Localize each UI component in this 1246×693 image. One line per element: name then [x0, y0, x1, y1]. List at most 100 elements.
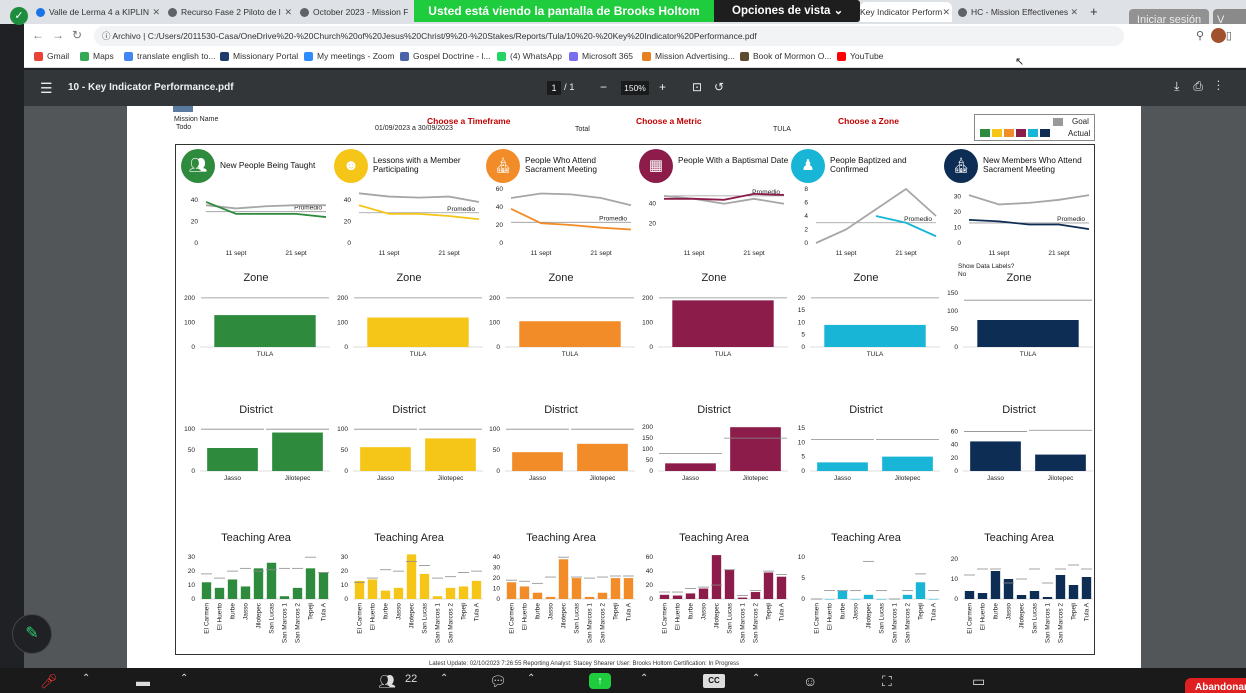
chevron-up-icon[interactable]: ⌃	[752, 673, 760, 684]
pdf-actions[interactable]: ⤓⎙⋮	[1174, 79, 1234, 94]
x-tick-label: Tula A	[474, 602, 481, 621]
x-tick-label: San Marcos 1	[587, 603, 594, 643]
participants-icon[interactable]: 👥︎	[378, 673, 396, 690]
forward-icon[interactable]: →	[52, 28, 64, 42]
bar	[577, 443, 628, 471]
share-screen-icon[interactable]: ↑	[589, 673, 611, 689]
x-tick-label: TULA	[257, 351, 274, 358]
reactions-icon[interactable]: ☺	[803, 673, 817, 689]
y-tick-label: 0	[801, 344, 805, 351]
y-tick-label: 0	[496, 344, 500, 351]
bookmark-mission-advertising[interactable]: Mission Advertising...	[642, 51, 735, 62]
bar	[214, 587, 225, 599]
url-field[interactable]: ⓘ Archivo | C:/Users/2011530-Casa/OneDri…	[94, 26, 1124, 46]
chevron-up-icon[interactable]: ⌃	[440, 673, 448, 684]
chevron-up-icon[interactable]: ⌃	[180, 673, 188, 684]
x-tick-label: El Huerto	[522, 603, 529, 630]
bar-chart: 0 10 20 30 40 El Carmen El Huerto Iturbe Jasso Ji…	[493, 554, 635, 643]
bookmark-maps[interactable]: Maps	[80, 51, 114, 62]
new-tab-button[interactable]: +	[1090, 2, 1104, 22]
y-tick-label: 100	[337, 426, 348, 433]
x-tick-label: Iturbe	[230, 603, 237, 620]
choose-metric-label[interactable]: Choose a Metric	[636, 116, 702, 126]
x-tick-label: San Marcos 2	[448, 603, 455, 643]
menu-icon[interactable]: ☰	[40, 80, 53, 97]
video-camera-icon[interactable]: ▬	[136, 673, 150, 689]
bookmark-microsoft365[interactable]: Microsoft 365	[569, 51, 633, 62]
page-number-input[interactable]: 1	[547, 81, 561, 95]
bar	[915, 582, 926, 599]
bar	[425, 438, 476, 471]
x-tick-label: Iturbe	[840, 603, 847, 620]
bookmark-whatsapp[interactable]: (4) WhatsApp	[497, 51, 562, 62]
bookmark-gospel-doctrine[interactable]: Gospel Doctrine - l...	[400, 51, 490, 62]
x-tick-label: 11 sept	[226, 250, 247, 257]
tab-1[interactable]: Recurso Fase 2 Piloto de l ✕	[168, 2, 294, 22]
rotate-icon[interactable]: ↺	[714, 80, 724, 94]
x-tick-label: San Marcos 1	[1045, 603, 1052, 643]
chevron-up-icon[interactable]: ⌃	[640, 673, 648, 684]
captions-icon[interactable]: CC	[703, 674, 725, 688]
bookmark-gmail[interactable]: Gmail	[34, 51, 69, 62]
bar	[393, 587, 404, 599]
tab-4[interactable]: HC - Mission Effectivenes ✕	[958, 2, 1080, 22]
bookmark-youtube[interactable]: YouTube	[837, 51, 883, 62]
chevron-up-icon[interactable]: ⌃	[82, 673, 90, 684]
print-icon[interactable]: ⎙	[1193, 79, 1217, 93]
zoom-out-icon[interactable]: −	[600, 80, 607, 94]
tab-0[interactable]: Valle de Lerma 4 a KIPLIN ✕	[36, 2, 162, 22]
zoom-in-icon[interactable]: +	[659, 80, 666, 94]
bar	[240, 586, 251, 599]
x-tick-label: El Carmen	[357, 603, 364, 634]
annotate-pencil-button[interactable]: ✎	[12, 614, 52, 654]
bookmark-zoom[interactable]: My meetings - Zoom	[304, 51, 395, 62]
avatar[interactable]	[1211, 28, 1226, 43]
apps-icon[interactable]: ⛶	[882, 673, 892, 690]
close-icon[interactable]: ✕	[942, 2, 950, 22]
close-icon[interactable]: ✕	[1070, 2, 1078, 22]
y-tick-label: 0	[191, 596, 195, 603]
bar-chart: 0 20 40 60 Jasso Jilotepec	[951, 429, 1093, 482]
x-tick-label: Jilotepec	[1048, 475, 1074, 482]
fit-page-icon[interactable]: ⊡	[692, 80, 702, 94]
mute-mic-icon[interactable]: 🎤︎	[40, 673, 58, 690]
bar	[970, 441, 1021, 471]
bar	[750, 592, 761, 599]
bookmark-translate[interactable]: translate english to...	[124, 51, 215, 62]
tab-3[interactable]: Key Indicator Perform ✕	[860, 2, 952, 22]
close-icon[interactable]: ✕	[152, 2, 160, 22]
whiteboard-icon[interactable]: ▭	[972, 673, 985, 690]
x-tick-label: San Lucas	[879, 602, 886, 633]
download-icon[interactable]: ⤓	[1174, 79, 1193, 93]
legend-swatch-green	[980, 129, 990, 137]
zoom-level[interactable]: 150%	[621, 81, 649, 95]
x-tick-label: Tepeji	[308, 603, 315, 620]
y-tick-label: 20	[188, 568, 196, 575]
bar	[964, 591, 975, 599]
y-tick-label: 50	[646, 457, 654, 464]
bookmark-missionary-portal[interactable]: Missionary Portal	[220, 51, 298, 62]
tab-2[interactable]: October 2023 - Mission F	[300, 2, 412, 22]
chevron-up-icon[interactable]: ⌃	[527, 673, 535, 684]
bookmark-book-of-mormon[interactable]: Book of Mormon O...	[740, 51, 831, 62]
back-icon[interactable]: ←	[32, 28, 44, 42]
view-options-menu[interactable]: Opciones de vista ⌄	[714, 0, 860, 22]
x-tick-label: 21 sept	[590, 250, 612, 257]
x-tick-label: Jilotepec	[1019, 602, 1026, 628]
more-icon[interactable]: ⋮	[1217, 79, 1234, 93]
bar-chart: 0 5 10 El Carmen El Huerto Iturbe Jasso Jilotep…	[798, 554, 940, 643]
bar	[763, 572, 774, 599]
bar	[432, 596, 443, 599]
leave-button[interactable]: Abandonar	[1185, 678, 1246, 693]
tab-label: Recurso Fase 2 Piloto de l	[181, 7, 281, 17]
y-tick-label: 0	[344, 468, 348, 475]
chat-icon[interactable]: 💬︎	[489, 673, 507, 690]
y-tick-label: 0	[801, 596, 805, 603]
y-tick-label: 0	[954, 468, 958, 475]
close-icon[interactable]: ✕	[284, 2, 292, 22]
reload-icon[interactable]: ↻	[72, 28, 82, 42]
microsoft-icon	[569, 52, 578, 62]
tab-label: October 2023 - Mission F	[313, 7, 409, 17]
bookmark-label: My meetings - Zoom	[317, 51, 395, 61]
choose-zone-label[interactable]: Choose a Zone	[838, 116, 899, 126]
